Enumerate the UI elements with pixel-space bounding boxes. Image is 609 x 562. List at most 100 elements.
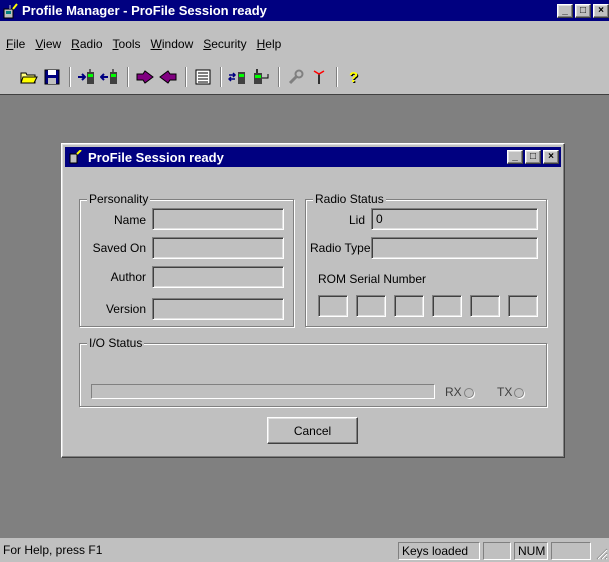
name-field[interactable] — [152, 208, 284, 230]
list-view-button[interactable] — [192, 66, 214, 88]
wrench-icon — [288, 69, 304, 85]
toolbar-separator — [220, 67, 222, 87]
menu-view[interactable]: View — [31, 37, 67, 51]
toolbar-separator — [185, 67, 187, 87]
toolbar-separator — [336, 67, 338, 87]
read-radio-icon — [78, 69, 94, 84]
rom-serial-cell[interactable] — [432, 295, 462, 317]
personality-legend: Personality — [87, 192, 151, 206]
menu-window-label: indow — [161, 36, 194, 51]
close-icon: × — [598, 4, 604, 16]
status-scroll-pane — [551, 542, 591, 560]
menu-help-label: elp — [265, 36, 282, 51]
open-button[interactable] — [18, 66, 40, 88]
menu-file-label: ile — [13, 36, 26, 51]
menu-tools[interactable]: Tools — [109, 37, 147, 51]
main-window-title: Profile Manager - ProFile Session ready — [22, 3, 267, 18]
status-keys-pane: Keys loaded — [398, 542, 480, 560]
status-bar: For Help, press F1 Keys loaded NUM — [0, 538, 609, 562]
read-radio-button[interactable] — [76, 66, 98, 88]
main-title-bar[interactable]: Profile Manager - ProFile Session ready … — [0, 0, 609, 21]
child-close-button[interactable]: × — [543, 150, 559, 164]
menu-help-accel: H — [256, 36, 266, 51]
rom-serial-cell[interactable] — [470, 295, 500, 317]
child-minimize-button[interactable]: _ — [507, 150, 523, 164]
upload-button[interactable] — [134, 66, 156, 88]
help-question-icon: ?? — [349, 69, 359, 85]
save-button[interactable] — [41, 66, 63, 88]
tx-label: TX — [497, 385, 513, 399]
antenna-icon — [313, 70, 325, 84]
rx-indicator: RX — [445, 385, 474, 399]
status-blank-pane — [483, 542, 511, 560]
close-icon: × — [548, 151, 554, 162]
lid-field[interactable]: 0 — [371, 208, 538, 230]
menu-security[interactable]: Security — [199, 37, 252, 51]
io-progress-bar — [91, 384, 435, 399]
io-status-legend: I/O Status — [87, 336, 145, 350]
maximize-button[interactable]: □ — [575, 3, 591, 18]
menu-file[interactable]: File — [2, 37, 31, 51]
menu-tools-label: ools — [118, 36, 141, 51]
child-window-icon — [69, 150, 82, 164]
toolbar-separator — [278, 67, 280, 87]
radio-type-label: Radio Type — [310, 241, 371, 255]
child-maximize-button[interactable]: □ — [525, 150, 541, 164]
tx-led-icon — [514, 387, 525, 398]
lid-label: Lid — [348, 213, 365, 227]
clone-radio-icon — [228, 72, 245, 84]
write-radio-icon — [100, 69, 117, 84]
saved-on-field[interactable] — [152, 237, 284, 259]
menu-help[interactable]: Help — [253, 37, 288, 51]
download-arrow-icon — [159, 70, 177, 84]
menu-radio[interactable]: Radio — [67, 37, 108, 51]
save-disk-icon — [44, 69, 60, 85]
size-grip-icon[interactable] — [594, 546, 608, 560]
rx-led-icon — [463, 387, 474, 398]
close-button[interactable]: × — [593, 3, 609, 18]
tx-indicator: TX — [497, 385, 525, 399]
menu-window-accel: W — [150, 36, 162, 51]
rom-serial-cell[interactable] — [508, 295, 538, 317]
child-title-bar[interactable]: ProFile Session ready _ □ × — [65, 147, 561, 167]
rom-serial-cell[interactable] — [318, 295, 348, 317]
author-label: Author — [110, 270, 146, 284]
help-button[interactable]: ?? — [343, 66, 365, 88]
download-button[interactable] — [157, 66, 179, 88]
cancel-button[interactable]: Cancel — [267, 417, 358, 444]
main-caption-buttons: _ □ × — [557, 3, 609, 18]
radio-status-legend: Radio Status — [313, 192, 386, 206]
child-caption-buttons: _ □ × — [507, 150, 559, 164]
minimize-button[interactable]: _ — [557, 3, 573, 18]
minimize-icon: _ — [562, 4, 568, 16]
cancel-label: Cancel — [293, 423, 332, 438]
menu-security-label: ecurity — [211, 36, 247, 51]
rx-label: RX — [445, 385, 462, 399]
version-field[interactable] — [152, 298, 284, 320]
antenna-button[interactable] — [308, 66, 330, 88]
tools-button[interactable] — [285, 66, 307, 88]
upload-arrow-icon — [136, 70, 154, 84]
menu-window[interactable]: Window — [147, 37, 200, 51]
profile-manager-app-icon[interactable] — [3, 2, 19, 19]
radio-type-field[interactable] — [371, 237, 538, 259]
child-window-title: ProFile Session ready — [88, 149, 224, 165]
rom-serial-cell[interactable] — [356, 295, 386, 317]
version-label: Version — [105, 302, 146, 316]
author-field[interactable] — [152, 266, 284, 288]
status-help-text: For Help, press F1 — [3, 543, 103, 557]
list-view-icon — [195, 69, 211, 85]
clone-radio-button[interactable] — [227, 66, 249, 88]
rom-serial-cell[interactable] — [394, 295, 424, 317]
maximize-icon: □ — [579, 4, 587, 16]
radio-connect-icon — [254, 69, 269, 84]
radio-connect-button[interactable] — [250, 66, 272, 88]
maximize-icon: □ — [529, 151, 537, 162]
toolbar-separator — [127, 67, 129, 87]
toolbar: ?? — [0, 64, 609, 90]
menu-view-label: iew — [43, 36, 62, 51]
write-radio-button[interactable] — [99, 66, 121, 88]
menu-view-accel: V — [35, 36, 44, 51]
toolbar-separator — [69, 67, 71, 87]
menu-radio-accel: R — [71, 36, 80, 51]
